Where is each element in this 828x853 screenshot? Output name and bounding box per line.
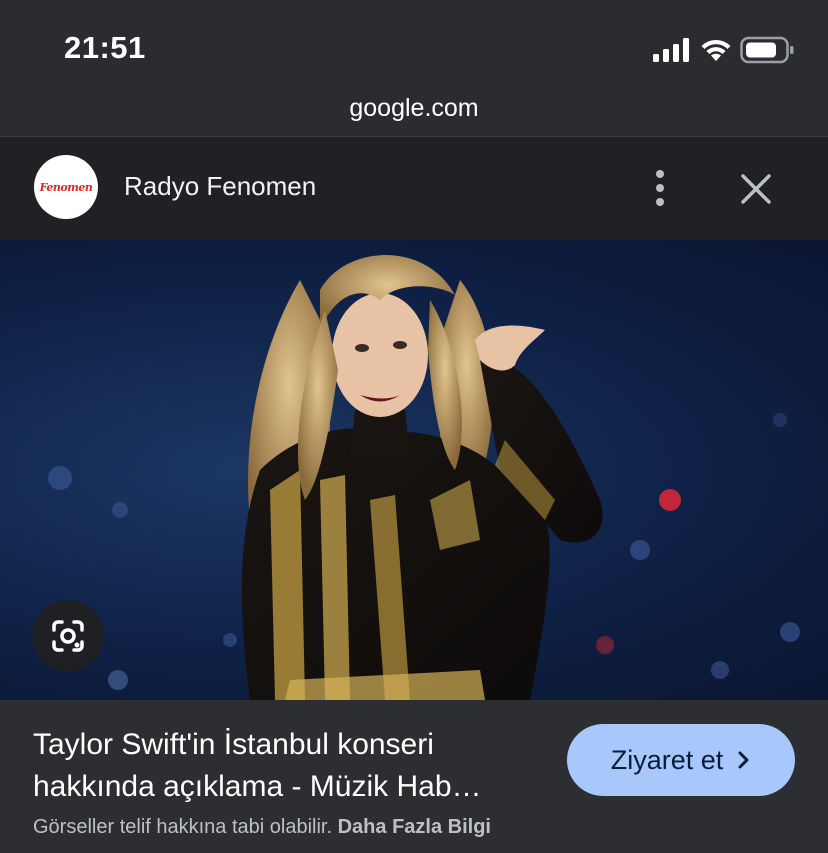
source-name[interactable]: Radyo Fenomen bbox=[124, 171, 316, 202]
wifi-icon bbox=[701, 39, 731, 61]
cellular-signal-icon bbox=[653, 38, 689, 62]
source-logo[interactable]: Fenomen bbox=[34, 155, 98, 219]
result-title[interactable]: Taylor Swift'in İstanbul konseri hakkınd… bbox=[33, 724, 553, 808]
more-options-button[interactable] bbox=[640, 165, 680, 211]
result-image[interactable] bbox=[0, 240, 828, 700]
visit-button-label: Ziyaret et bbox=[610, 744, 724, 775]
result-info-panel: Taylor Swift'in İstanbul konseri hakkınd… bbox=[0, 700, 828, 853]
status-time: 21:51 bbox=[64, 30, 146, 65]
chevron-right-icon bbox=[738, 751, 749, 769]
source-logo-text: Fenomen bbox=[39, 180, 93, 194]
copyright-notice: Görseller telif hakkına tabi olabilir. D… bbox=[33, 816, 491, 839]
lens-icon bbox=[52, 620, 84, 652]
google-lens-button[interactable] bbox=[32, 600, 104, 672]
battery-icon bbox=[740, 36, 794, 64]
status-bar: 21:51 bbox=[0, 0, 828, 90]
concert-photo bbox=[48, 255, 800, 700]
close-button[interactable] bbox=[734, 167, 778, 211]
source-header: Fenomen Radyo Fenomen bbox=[0, 137, 828, 240]
more-vert-icon bbox=[656, 170, 664, 178]
visit-button[interactable]: Ziyaret et bbox=[567, 724, 795, 796]
url-text: google.com bbox=[349, 94, 479, 122]
address-bar[interactable]: google.com bbox=[0, 90, 828, 137]
more-info-link[interactable]: Daha Fazla Bilgi bbox=[338, 816, 491, 838]
copyright-text: Görseller telif hakkına tabi olabilir. bbox=[33, 816, 333, 838]
